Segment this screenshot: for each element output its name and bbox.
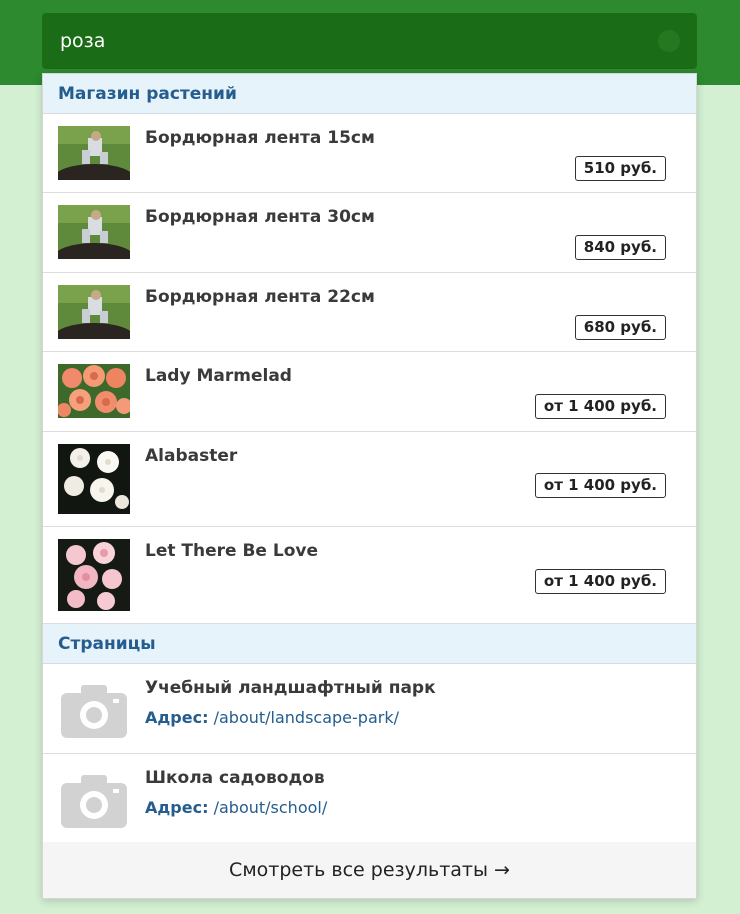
product-thumbnail [58, 364, 130, 418]
page-title: Учебный ландшафтный парк [145, 678, 436, 698]
result-item[interactable]: Let There Be Love от 1 400 руб. [43, 527, 696, 624]
result-item[interactable]: Бордюрная лента 22см 680 руб. [43, 273, 696, 352]
item-title: Lady Marmelad [145, 366, 292, 386]
address-label: Адрес: [145, 708, 209, 727]
page-address: Адрес: /about/landscape-park/ [145, 708, 399, 727]
search-box [42, 13, 697, 69]
result-item[interactable]: Бордюрная лента 30см 840 руб. [43, 193, 696, 273]
camera-icon [61, 773, 127, 828]
product-thumbnail [58, 539, 130, 611]
page-title: Школа садоводов [145, 768, 325, 788]
product-thumbnail [58, 205, 130, 259]
product-thumbnail [58, 285, 130, 339]
page-address: Адрес: /about/school/ [145, 798, 327, 817]
price-badge: 680 руб. [574, 315, 666, 340]
item-title: Let There Be Love [145, 541, 318, 561]
price-badge: от 1 400 руб. [534, 569, 666, 594]
product-thumbnail [58, 444, 130, 514]
view-all-results-button[interactable]: Смотреть все результаты → [43, 842, 696, 898]
item-title: Alabaster [145, 446, 238, 466]
product-thumbnail [58, 126, 130, 180]
price-badge: от 1 400 руб. [534, 394, 666, 419]
item-title: Бордюрная лента 30см [145, 207, 375, 227]
price-badge: от 1 400 руб. [534, 473, 666, 498]
item-title: Бордюрная лента 22см [145, 287, 375, 307]
price-badge: 510 руб. [574, 156, 666, 181]
item-title: Бордюрная лента 15см [145, 128, 375, 148]
address-label: Адрес: [145, 798, 209, 817]
address-value[interactable]: /about/landscape-park/ [214, 708, 399, 727]
group-header-pages: Страницы [43, 624, 696, 664]
search-results-dropdown: Магазин растений Бордюрная лента 15см 51… [42, 73, 697, 899]
group-header-shop: Магазин растений [43, 74, 696, 114]
page-result-item[interactable]: Учебный ландшафтный парк Адрес: /about/l… [43, 664, 696, 754]
page-result-item[interactable]: Школа садоводов Адрес: /about/school/ [43, 754, 696, 844]
price-badge: 840 руб. [574, 235, 666, 260]
result-item[interactable]: Alabaster от 1 400 руб. [43, 432, 696, 527]
result-item[interactable]: Бордюрная лента 15см 510 руб. [43, 114, 696, 193]
search-input[interactable] [42, 13, 642, 69]
clear-search-icon[interactable] [658, 30, 680, 52]
result-item[interactable]: Lady Marmelad от 1 400 руб. [43, 352, 696, 432]
camera-icon [61, 683, 127, 738]
address-value[interactable]: /about/school/ [214, 798, 328, 817]
